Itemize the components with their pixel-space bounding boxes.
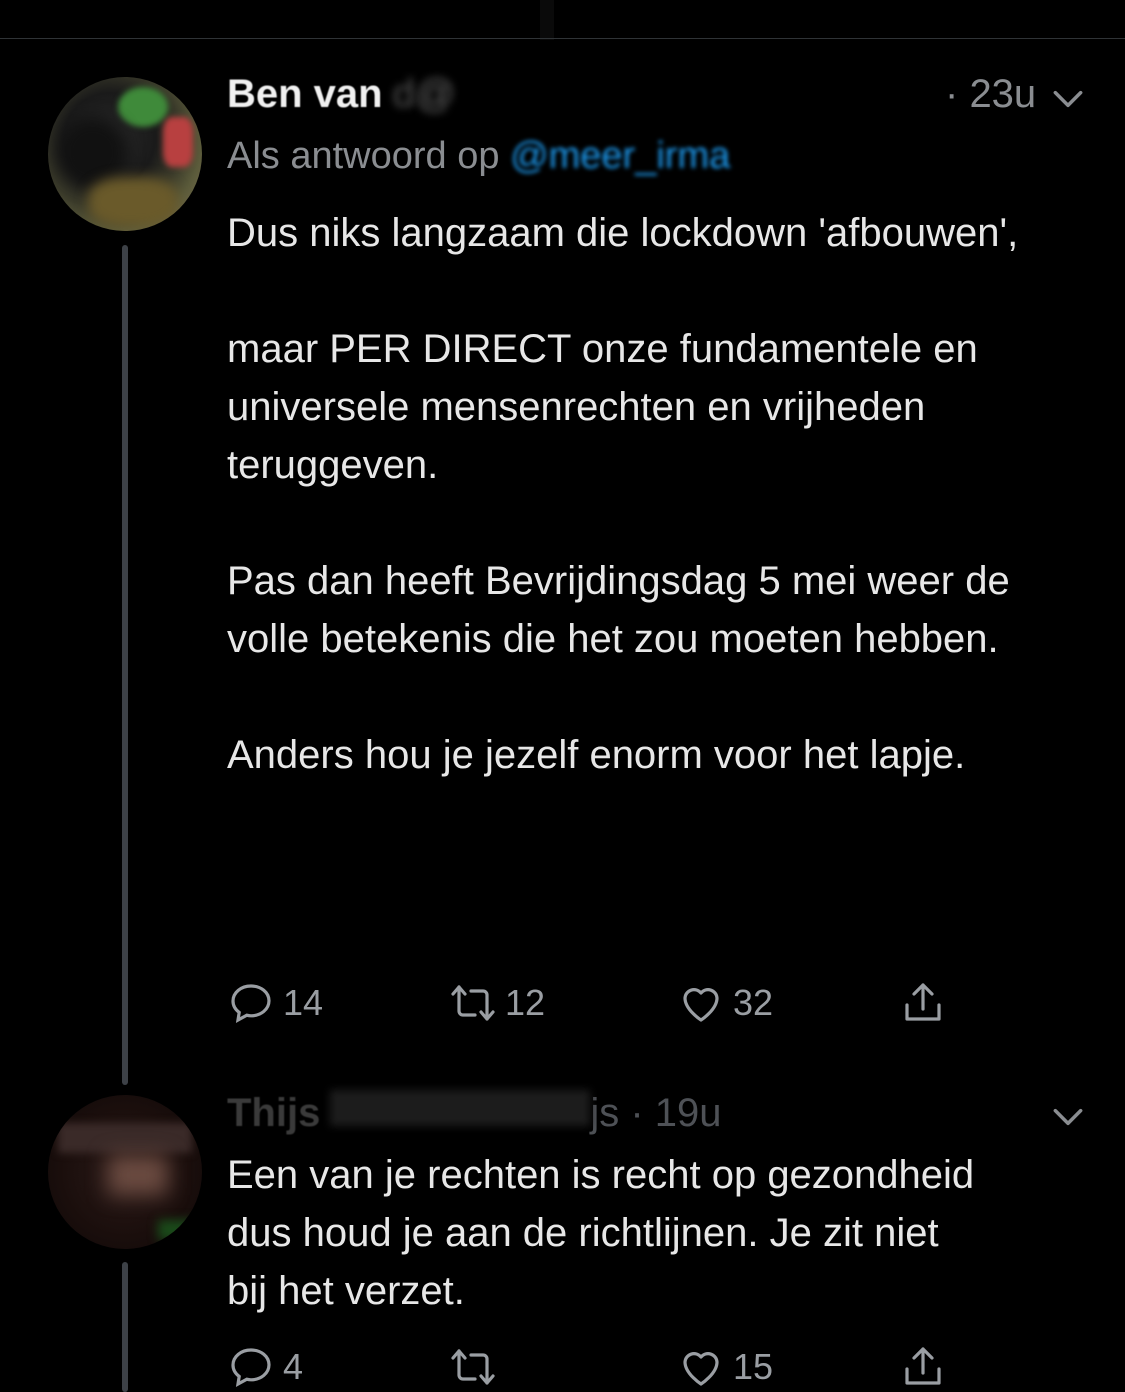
reply-icon (231, 1348, 271, 1387)
top-divider-notch (540, 0, 554, 40)
thread-connector-line (122, 1262, 128, 1392)
share-icon (905, 983, 941, 1021)
timestamp-value: 23u (969, 72, 1037, 116)
timestamp: js · 19u (590, 1091, 722, 1135)
heart-icon (683, 988, 719, 1022)
avatar[interactable] (48, 1095, 202, 1249)
tweet-actions: 4 15 (227, 1342, 987, 1392)
chevron-down-icon[interactable] (1049, 80, 1087, 118)
like-count: 32 (733, 982, 774, 1023)
reply-prefix: Als antwoord op (227, 135, 500, 177)
share-button[interactable] (899, 1342, 947, 1392)
avatar[interactable] (48, 77, 202, 231)
tweet-paragraph: Pas dan heeft Bevrijdingsdag 5 mei weer … (227, 559, 1010, 661)
like-button[interactable]: 15 (677, 1342, 773, 1392)
tweet-header: Ben van d @ · 23u (227, 72, 1036, 122)
tweet-paragraph: maar PER DIRECT onze fundamentele en uni… (227, 327, 978, 487)
like-count: 15 (733, 1346, 774, 1387)
reply-mention-link[interactable]: @meer_irma (510, 135, 730, 177)
retweet-button[interactable] (449, 1342, 505, 1392)
author-name[interactable]: Thijs (227, 1091, 320, 1136)
like-button[interactable]: 32 (677, 978, 773, 1028)
author-name-blurred (330, 1090, 591, 1126)
tweet-actions: 14 12 32 (227, 978, 987, 1028)
reply-button[interactable]: 4 (227, 1342, 303, 1392)
tweet-paragraph: Dus niks langzaam die lockdown 'afbouwen… (227, 211, 1019, 255)
author-name-blurred: d (392, 72, 415, 116)
author-handle: @ (414, 72, 456, 116)
tweet-paragraph: Anders hou je jezelf enorm voor het lapj… (227, 733, 966, 777)
retweet-button[interactable]: 12 (449, 978, 545, 1028)
heart-icon (683, 1352, 719, 1386)
timestamp-value: 19u (654, 1091, 722, 1135)
share-icon (905, 1347, 941, 1385)
tweet-body: Een van je rechten is recht op gezondhei… (227, 1146, 987, 1320)
reply-count: 14 (283, 982, 324, 1023)
tweet-paragraph: Een van je rechten is recht op gezondhei… (227, 1153, 975, 1313)
tweet-header: Thijs js · 19u (227, 1090, 722, 1140)
retweet-icon (451, 1349, 495, 1385)
tweet-body: Dus niks langzaam die lockdown 'afbouwen… (227, 204, 1087, 784)
thread-connector-line (122, 245, 128, 1085)
top-divider (0, 38, 1125, 39)
reply-button[interactable]: 14 (227, 978, 323, 1028)
reply-icon (231, 984, 271, 1023)
reply-count: 4 (283, 1346, 304, 1387)
timestamp: · 23u (945, 72, 1037, 116)
author-name[interactable]: Ben van (227, 72, 383, 117)
share-button[interactable] (899, 978, 947, 1028)
reply-context: Als antwoord op @meer_irma (227, 135, 730, 178)
retweet-count: 12 (505, 982, 546, 1023)
retweet-icon (451, 985, 495, 1021)
chevron-down-icon[interactable] (1049, 1098, 1087, 1136)
